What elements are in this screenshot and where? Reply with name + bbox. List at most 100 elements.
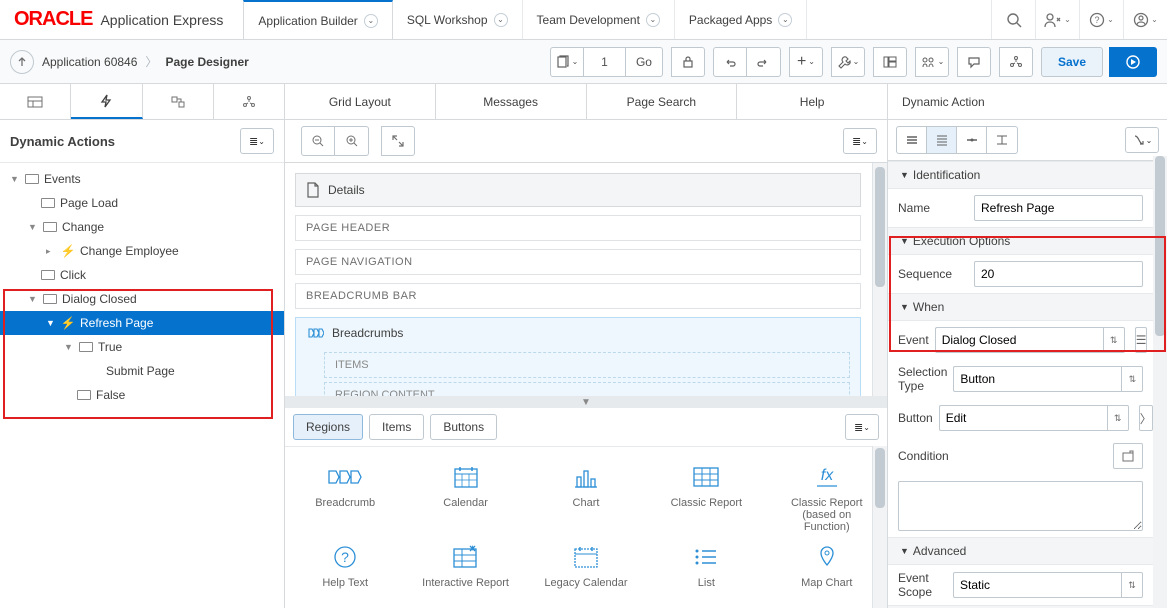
up-button[interactable] [10, 50, 34, 74]
tab-messages[interactable]: Messages [436, 84, 587, 119]
center-toolbar: ≣ ⌄ [285, 120, 887, 163]
scrollbar[interactable] [872, 163, 887, 396]
tree-dialog-closed[interactable]: ▼Dialog Closed [0, 287, 284, 311]
items-slot[interactable]: ITEMS [324, 352, 850, 378]
details-region[interactable]: Details [295, 173, 861, 207]
tree-false[interactable]: False [0, 383, 284, 407]
section-advanced[interactable]: ▼Advanced [888, 537, 1153, 565]
save-button[interactable]: Save [1041, 47, 1103, 77]
gallery-legacy-calendar[interactable]: Legacy Calendar [538, 543, 634, 589]
gallery-interactive-report[interactable]: Interactive Report [418, 543, 514, 589]
page-header-section[interactable]: PAGE HEADER [295, 215, 861, 241]
splitter[interactable]: ▼ [285, 396, 887, 408]
combo-chevron-icon[interactable]: ⇅ [1103, 327, 1125, 353]
region-content-slot[interactable]: REGION CONTENT [324, 382, 850, 396]
gallery-scrollbar[interactable] [872, 446, 887, 608]
undo-button[interactable] [713, 47, 747, 77]
button-goto-button[interactable]: 〉 [1139, 405, 1153, 431]
seltype-select[interactable] [953, 366, 1121, 392]
section-identification[interactable]: ▼Identification [888, 161, 1153, 189]
gallery-tab-buttons[interactable]: Buttons [430, 414, 497, 440]
gallery-breadcrumb[interactable]: Breadcrumb [297, 463, 393, 533]
tree-change[interactable]: ▼Change [0, 215, 284, 239]
tree-refresh-page[interactable]: ▼⚡Refresh Page [0, 311, 284, 335]
admin-icon[interactable]: ⌄ [1035, 0, 1079, 39]
dynamic-actions-tab[interactable] [71, 84, 142, 119]
tab-help[interactable]: Help [737, 84, 887, 119]
event-list-button[interactable]: ☰ [1135, 327, 1148, 353]
tree-submit-page[interactable]: Submit Page [0, 359, 284, 383]
breadcrumb-bar-section[interactable]: BREADCRUMB BAR [295, 283, 861, 309]
page-nav-section[interactable]: PAGE NAVIGATION [295, 249, 861, 275]
button-select[interactable] [939, 405, 1107, 431]
gallery-tab-items[interactable]: Items [369, 414, 424, 440]
page-number-input[interactable] [584, 47, 626, 77]
tree-change-employee[interactable]: ▸⚡Change Employee [0, 239, 284, 263]
name-input[interactable] [974, 195, 1143, 221]
page-selector-button[interactable]: ⌄ [550, 47, 584, 77]
show-common-button[interactable] [897, 127, 927, 153]
search-icon[interactable] [991, 0, 1035, 39]
center-menu-button[interactable]: ≣ ⌄ [843, 128, 877, 154]
go-button[interactable]: Go [626, 47, 663, 77]
nav-app-builder[interactable]: Application Builder⌄ [243, 0, 392, 39]
shared-components-button[interactable] [999, 47, 1033, 77]
processing-tab[interactable] [143, 84, 214, 119]
gallery-chart[interactable]: Chart [538, 463, 634, 533]
section-exec-options[interactable]: ▼Execution Options [888, 227, 1153, 255]
redo-button[interactable] [747, 47, 781, 77]
condition-textarea[interactable] [898, 481, 1143, 531]
gallery-tab-regions[interactable]: Regions [293, 414, 363, 440]
gallery-calendar[interactable]: Calendar [418, 463, 514, 533]
lock-button[interactable] [671, 47, 705, 77]
collapse-button[interactable] [957, 127, 987, 153]
shared-button[interactable]: ⌄ [915, 47, 949, 77]
grid-layout-body: Details PAGE HEADER PAGE NAVIGATION BREA… [285, 163, 887, 396]
gallery-map-chart[interactable]: Map Chart [779, 543, 875, 589]
gallery-classic-report-fn[interactable]: fxClassic Report (based on Function) [779, 463, 875, 533]
zoom-out-button[interactable] [301, 126, 335, 156]
crumb-page: Page Designer [165, 55, 248, 69]
gallery-list[interactable]: List [658, 543, 754, 589]
gallery-classic-report[interactable]: Classic Report [658, 463, 754, 533]
expand-all-button[interactable] [987, 127, 1017, 153]
tree-events[interactable]: ▼Events [0, 167, 284, 191]
crumb-app[interactable]: Application 60846 [42, 55, 137, 69]
combo-chevron-icon[interactable]: ⇅ [1121, 366, 1143, 392]
shared-tab[interactable] [214, 84, 284, 119]
tree-menu-button[interactable]: ≣ ⌄ [240, 128, 274, 154]
combo-chevron-icon[interactable]: ⇅ [1121, 572, 1143, 598]
function-icon: fx [807, 463, 847, 491]
right-scrollbar[interactable] [1153, 156, 1167, 608]
create-button[interactable]: +⌄ [789, 47, 823, 77]
tree-true[interactable]: ▼True [0, 335, 284, 359]
tree-click[interactable]: Click [0, 263, 284, 287]
rendering-tab[interactable] [0, 84, 71, 119]
goto-group-button[interactable]: ⌄ [1125, 127, 1159, 153]
section-when[interactable]: ▼When [888, 293, 1153, 321]
help-icon[interactable]: ?⌄ [1079, 0, 1123, 39]
condition-expand-button[interactable] [1113, 443, 1143, 469]
run-button[interactable] [1109, 47, 1157, 77]
user-icon[interactable]: ⌄ [1123, 0, 1167, 39]
comment-button[interactable] [957, 47, 991, 77]
utilities-button[interactable]: ⌄ [831, 47, 865, 77]
layout-button[interactable] [873, 47, 907, 77]
nav-sql-workshop[interactable]: SQL Workshop⌄ [393, 0, 523, 39]
expand-button[interactable] [381, 126, 415, 156]
gallery-menu-button[interactable]: ≣ ⌄ [845, 414, 879, 440]
tab-page-search[interactable]: Page Search [587, 84, 738, 119]
scope-select[interactable] [953, 572, 1121, 598]
zoom-in-button[interactable] [335, 126, 369, 156]
tab-grid-layout[interactable]: Grid Layout [285, 84, 436, 119]
right-pane: Dynamic Action ⌄ ▼Identification Name ▼E… [887, 84, 1167, 608]
nav-packaged-apps[interactable]: Packaged Apps⌄ [675, 0, 807, 39]
tree-page-load[interactable]: Page Load [0, 191, 284, 215]
event-select[interactable] [935, 327, 1103, 353]
combo-chevron-icon[interactable]: ⇅ [1107, 405, 1129, 431]
show-all-button[interactable] [927, 127, 957, 153]
breadcrumbs-region[interactable]: Breadcrumbs ITEMS REGION CONTENT [295, 317, 861, 396]
nav-team-dev[interactable]: Team Development⌄ [523, 0, 675, 39]
gallery-help-text[interactable]: ?Help Text [297, 543, 393, 589]
sequence-input[interactable] [974, 261, 1143, 287]
